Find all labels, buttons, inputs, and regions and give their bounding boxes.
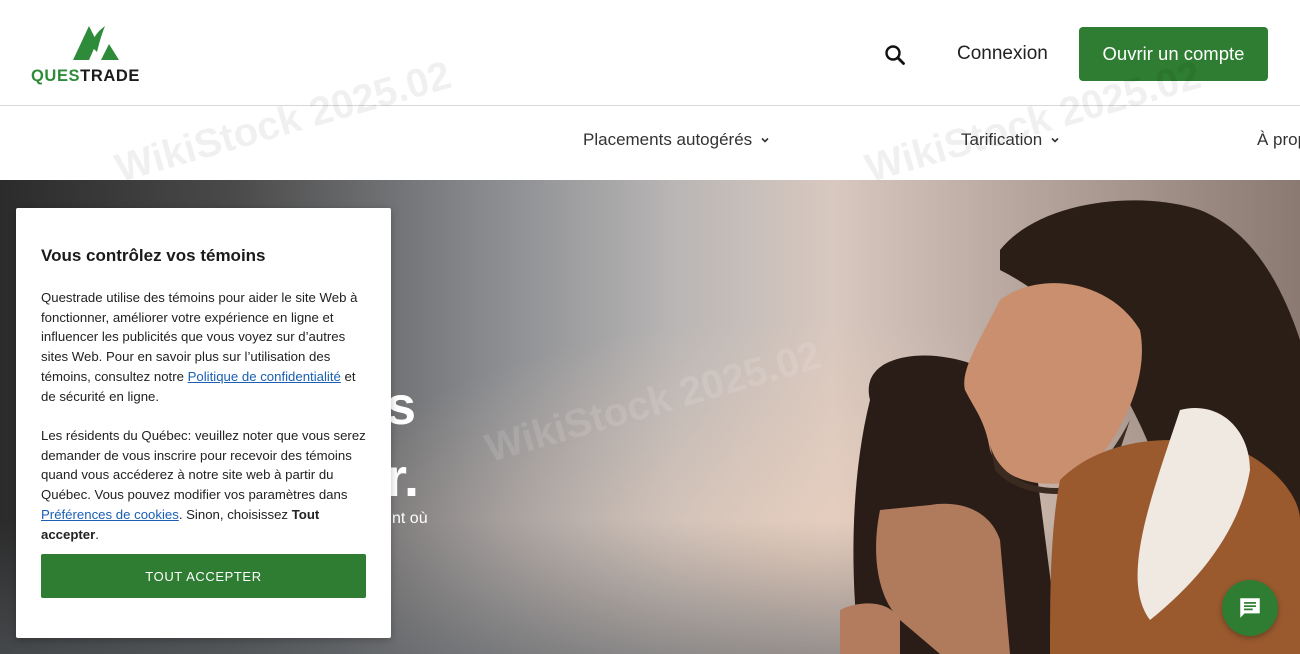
chevron-down-icon [761,137,769,143]
chat-icon [1240,598,1260,618]
nav-item-self-directed[interactable]: Placements autogérés [583,130,770,150]
cookie-text: . [95,526,99,542]
logo-wordmark-part1: QUES [31,67,81,85]
logo-wordmark: QUESTRADE [31,67,140,86]
nav-item-label: Tarification [961,130,1043,149]
questrade-logo[interactable]: QUESTRADE [31,22,163,86]
accept-all-button[interactable]: TOUT ACCEPTER [41,554,366,598]
cookie-description: Questrade utilise des témoins pour aider… [41,288,371,406]
cookie-preferences-link[interactable]: Préférences de cookies [41,507,179,522]
cookie-text: Les résidents du Québec: veuillez noter … [41,428,366,503]
logo-wordmark-part2: TRADE [80,67,141,85]
search-button[interactable] [882,42,908,68]
nav-item-about[interactable]: À propos [1257,130,1300,150]
open-account-button[interactable]: Ouvrir un compte [1079,27,1268,81]
nav-item-pricing[interactable]: Tarification [961,130,1060,150]
nav-item-label: Placements autogérés [583,130,753,149]
site-header: QUESTRADE Connexion Ouvrir un compte [0,0,1300,106]
hero-subtitle: nt où [392,510,428,527]
login-link[interactable]: Connexion [957,43,1048,65]
logo-mark-icon [73,26,119,60]
cookie-quebec-notice: Les résidents du Québec: veuillez noter … [41,426,371,544]
chat-button[interactable] [1222,580,1278,636]
chevron-down-icon [1051,137,1059,143]
cookie-text: . Sinon, choisissez [178,506,292,522]
search-icon [885,45,905,65]
cookie-dialog-title: Vous contrôlez vos témoins [41,246,266,265]
nav-item-label: À propos [1257,130,1300,149]
privacy-policy-link[interactable]: Politique de confidentialité [188,369,341,384]
cookie-consent-dialog: Vous contrôlez vos témoins Questrade uti… [16,208,391,638]
main-nav: Placements autogérés Tarification À prop… [0,106,1300,180]
